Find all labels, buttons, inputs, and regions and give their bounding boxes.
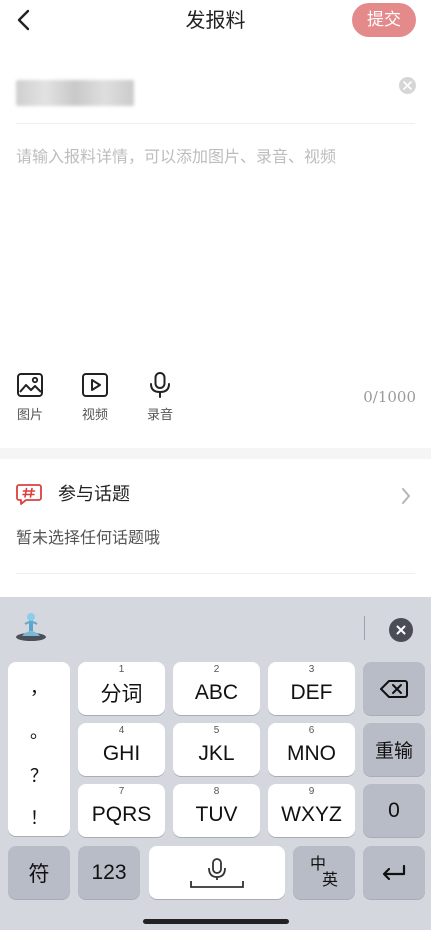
key-number: 8 xyxy=(213,786,220,797)
submit-button[interactable]: 提交 xyxy=(352,3,416,37)
hashtag-icon xyxy=(16,484,42,505)
key-1[interactable]: 1 分词 xyxy=(78,662,165,715)
key-number: 6 xyxy=(308,725,315,736)
key-6[interactable]: 6 MNO xyxy=(268,723,355,776)
punctuation-column: ， 。 ？ ！ xyxy=(8,662,70,836)
key-number: 1 xyxy=(118,664,125,675)
key-7[interactable]: 7 PQRS xyxy=(78,784,165,837)
clear-input-button[interactable] xyxy=(399,77,416,94)
backspace-key[interactable] xyxy=(363,662,425,715)
key-2[interactable]: 2 ABC xyxy=(173,662,260,715)
key-label: WXYZ xyxy=(281,802,342,826)
add-video-label: 视频 xyxy=(81,408,108,423)
key-label: MNO xyxy=(287,741,336,765)
language-switch-key[interactable]: 中 英 xyxy=(293,846,355,899)
topic-title: 参与话题 xyxy=(58,484,130,505)
key-5[interactable]: 5 JKL xyxy=(173,723,260,776)
key-number: 7 xyxy=(118,786,125,797)
chevron-right-icon xyxy=(402,488,410,504)
key-label: DEF xyxy=(290,680,333,704)
close-icon xyxy=(396,625,406,635)
lang-english-label: 英 xyxy=(321,871,338,889)
keyboard-toolbar xyxy=(0,597,431,653)
key-number: 4 xyxy=(118,725,125,736)
key-label: 分词 xyxy=(100,682,143,706)
key-0[interactable]: 0 xyxy=(363,784,425,837)
keyboard-logo-icon[interactable] xyxy=(14,612,48,642)
home-indicator xyxy=(143,919,289,924)
add-audio-button[interactable]: 录音 xyxy=(137,372,183,423)
details-textarea[interactable] xyxy=(16,143,415,343)
key-label: ABC xyxy=(194,680,239,704)
microphone-icon xyxy=(150,372,170,398)
key-label: TUV xyxy=(195,802,238,826)
topic-hint: 暂未选择任何话题哦 xyxy=(16,528,161,547)
topic-selector[interactable]: 参与话题 xyxy=(16,478,415,514)
section-separator xyxy=(0,448,431,459)
enter-key[interactable] xyxy=(363,846,425,899)
key-8[interactable]: 8 TUV xyxy=(173,784,260,837)
key-number: 3 xyxy=(308,664,315,675)
key-question[interactable]: ？ xyxy=(8,762,70,788)
add-image-button[interactable]: 图片 xyxy=(7,372,53,423)
close-icon xyxy=(403,81,412,90)
key-3[interactable]: 3 DEF xyxy=(268,662,355,715)
add-image-label: 图片 xyxy=(16,408,43,423)
key-label: JKL xyxy=(198,741,235,765)
numbers-key[interactable]: 123 xyxy=(78,846,140,899)
key-comma[interactable]: ， xyxy=(8,674,70,700)
key-label: PQRS xyxy=(91,802,152,826)
microphone-icon xyxy=(190,857,244,888)
space-key[interactable] xyxy=(149,846,285,899)
return-icon xyxy=(382,864,406,880)
key-number: 9 xyxy=(308,786,315,797)
key-period[interactable]: 。 xyxy=(8,718,70,744)
image-icon xyxy=(17,373,43,397)
symbols-key[interactable]: 符 xyxy=(8,846,70,899)
key-4[interactable]: 4 GHI xyxy=(78,723,165,776)
add-audio-label: 录音 xyxy=(146,408,173,423)
backspace-icon xyxy=(380,679,408,698)
lang-chinese-label: 中 xyxy=(309,855,326,873)
key-9[interactable]: 9 WXYZ xyxy=(268,784,355,837)
key-exclamation[interactable]: ！ xyxy=(8,804,70,830)
blurred-headline-text xyxy=(16,80,134,106)
key-number: 5 xyxy=(213,725,220,736)
hide-keyboard-button[interactable] xyxy=(389,618,413,642)
key-label: GHI xyxy=(102,741,141,765)
reenter-key[interactable]: 重输 xyxy=(363,723,425,776)
character-counter: 0/1000 xyxy=(363,388,416,406)
divider xyxy=(16,573,415,574)
toolbar-divider xyxy=(364,616,365,640)
video-icon xyxy=(82,373,108,397)
divider xyxy=(16,123,415,124)
key-number: 2 xyxy=(213,664,220,675)
keyboard: ， 。 ？ ！ 1 分词 2 ABC 3 DEF 4 GHI 5 JKL 6 M… xyxy=(0,597,431,930)
add-video-button[interactable]: 视频 xyxy=(72,372,118,423)
